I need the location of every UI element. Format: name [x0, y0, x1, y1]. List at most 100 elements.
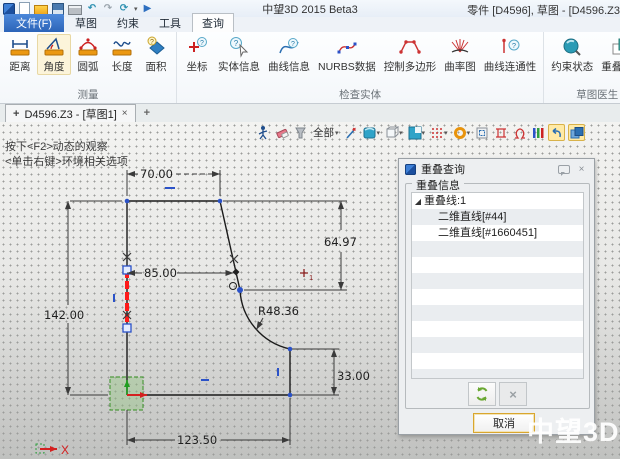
regen-icon[interactable]: ⟳: [118, 3, 130, 15]
control-polygon-button[interactable]: 控制多边形: [380, 34, 441, 75]
dim-right-lower: 33.00: [337, 369, 370, 383]
circle-marker: [230, 283, 237, 290]
svg-text:?: ?: [150, 39, 154, 46]
arc-label: 圆弧: [78, 59, 99, 74]
document-tab-bar: + D4596.Z3 - [草图1] × +: [0, 104, 620, 123]
dim-bottom: 123.50: [177, 433, 217, 447]
curvature-plot-label: 曲率图: [444, 59, 476, 74]
play-icon[interactable]: ▶: [142, 3, 154, 15]
document-tab-active[interactable]: + D4596.Z3 - [草图1] ×: [5, 104, 136, 122]
document-tab-label: D4596.Z3 - [草图1]: [24, 106, 116, 122]
ribbon-group-sketch-doctor: 约束状态 重叠查询 草图医生: [544, 32, 620, 103]
reference-point-marker: 1: [300, 269, 313, 282]
delete-overlap-button[interactable]: ×: [499, 382, 527, 406]
tab-sketch[interactable]: 草图: [66, 14, 106, 32]
redo-icon[interactable]: ↷: [102, 3, 114, 15]
control-polygon-icon: [398, 36, 422, 58]
overlap-inquire-icon: [610, 36, 620, 58]
cancel-button[interactable]: 取消: [473, 413, 535, 433]
coordinate-button[interactable]: ? 坐标: [180, 34, 214, 75]
sketch-profile[interactable]: [127, 201, 290, 395]
angle-button[interactable]: 角度: [37, 34, 71, 75]
fillet-arc[interactable]: [240, 290, 290, 349]
tree-item-row[interactable]: 二维直线[#1660451]: [412, 225, 583, 241]
curve-connectivity-button[interactable]: ? 曲线连通性: [480, 34, 541, 75]
print-icon[interactable]: [68, 5, 82, 15]
tab-tools[interactable]: 工具: [150, 14, 190, 32]
regenerate-button[interactable]: [468, 382, 496, 406]
arc-icon: [77, 36, 99, 58]
length-button[interactable]: 长度: [105, 34, 139, 75]
constraint-status-button[interactable]: 约束状态: [547, 34, 597, 75]
midpoint-diamond-marker: [233, 269, 240, 276]
area-label: 面积: [146, 59, 167, 74]
regenerate-icon: [474, 386, 490, 402]
curve-connectivity-icon: ?: [498, 36, 522, 58]
snap-cross-markers: [123, 253, 238, 319]
ribbon-group-check-entity: ? 坐标 ? 实体信息 ? 曲线信息 NURBS数据 控制多边形: [177, 32, 544, 103]
dialog-title-bar[interactable]: 重叠查询 ×: [399, 159, 594, 179]
dialog-action-row: ×: [406, 382, 589, 406]
dialog-logo-icon: [405, 164, 416, 175]
tree-root-row[interactable]: ◢重叠线:1: [412, 193, 583, 209]
tab-file[interactable]: 文件(F): [4, 14, 64, 32]
nurbs-data-icon: [335, 36, 359, 58]
distance-button[interactable]: 距离: [3, 34, 37, 75]
arc-button[interactable]: 圆弧: [71, 34, 105, 75]
overlap-info-group: 重叠信息 ◢重叠线:1 二维直线[#44] 二维直线[#1660451] ×: [405, 183, 590, 409]
overlap-tree-list[interactable]: ◢重叠线:1 二维直线[#44] 二维直线[#1660451]: [411, 192, 584, 379]
tree-item-row[interactable]: 二维直线[#44]: [412, 209, 583, 225]
undo-icon[interactable]: ↶: [86, 3, 98, 15]
entity-info-button[interactable]: ? 实体信息: [214, 34, 264, 75]
overlap-inquire-dialog: 重叠查询 × 重叠信息 ◢重叠线:1 二维直线[#44] 二维直线[#16604…: [398, 158, 595, 435]
x-axis-label: X: [61, 443, 69, 457]
save-icon[interactable]: [52, 3, 64, 15]
group-label-sketch-doctor: 草图医生: [547, 85, 620, 103]
group-label-check-entity: 检查实体: [180, 85, 540, 103]
tab-inquire[interactable]: 查询: [192, 13, 234, 32]
curvature-plot-button[interactable]: 曲率图: [440, 34, 480, 75]
coordinate-label: 坐标: [187, 59, 208, 74]
entity-info-label: 实体信息: [218, 59, 260, 74]
new-tab-button[interactable]: +: [136, 104, 158, 122]
nurbs-data-label: NURBS数据: [318, 59, 376, 74]
vertex-points[interactable]: [125, 199, 293, 398]
svg-text:?: ?: [291, 41, 295, 48]
ribbon-group-measure: 距离 角度 圆弧 长度 ? 面积 测量: [0, 32, 177, 103]
curve-connectivity-label: 曲线连通性: [484, 59, 537, 74]
corner-triad: X: [36, 443, 69, 457]
coordinate-icon: ?: [185, 36, 209, 58]
dialog-close-icon[interactable]: ×: [575, 164, 588, 175]
distance-icon: [9, 36, 31, 58]
ribbon-tab-row: 文件(F) 草图 约束 工具 查询: [0, 17, 620, 32]
control-polygon-label: 控制多边形: [384, 59, 437, 74]
svg-text:?: ?: [512, 41, 516, 50]
nurbs-data-button[interactable]: NURBS数据: [314, 34, 380, 75]
curve-info-button[interactable]: ? 曲线信息: [264, 34, 314, 75]
tab-close-icon[interactable]: ×: [122, 108, 128, 119]
tree-root-label: 重叠线:1: [424, 195, 466, 207]
delete-icon: ×: [509, 387, 517, 402]
ribbon: 距离 角度 圆弧 长度 ? 面积 测量: [0, 32, 620, 104]
tab-constraint[interactable]: 约束: [108, 14, 148, 32]
arc-start-point[interactable]: [237, 287, 243, 293]
dim-right-upper: 64.97: [324, 235, 357, 249]
entity-info-icon: ?: [227, 36, 251, 58]
overlap-inquire-label: 重叠查询: [601, 59, 620, 74]
qat-dropdown-caret[interactable]: ▾: [134, 5, 138, 13]
curve-info-label: 曲线信息: [268, 59, 310, 74]
curvature-plot-icon: [448, 36, 472, 58]
comment-icon[interactable]: [558, 165, 570, 174]
sketch-viewport[interactable]: 全部 ▾ ▾ ▾ ▾ ▾ ▾ 按下<F2>动态的观察 <单击右键>环境相关选项: [0, 122, 620, 459]
angle-icon: [43, 36, 65, 58]
length-icon: [111, 36, 133, 58]
area-button[interactable]: ? 面积: [139, 34, 173, 75]
dimension-labels[interactable]: 70.00 64.97 85.00 142.00 R48.36 33.00 12…: [44, 167, 370, 447]
app-logo-icon[interactable]: [3, 3, 15, 15]
dim-top: 70.00: [140, 167, 173, 181]
distance-label: 距离: [10, 59, 31, 74]
tree-expanded-icon[interactable]: ◢: [412, 194, 424, 210]
overlap-inquire-button[interactable]: 重叠查询: [597, 34, 620, 75]
slant-line[interactable]: [220, 201, 240, 290]
curve-info-icon: ?: [277, 36, 301, 58]
